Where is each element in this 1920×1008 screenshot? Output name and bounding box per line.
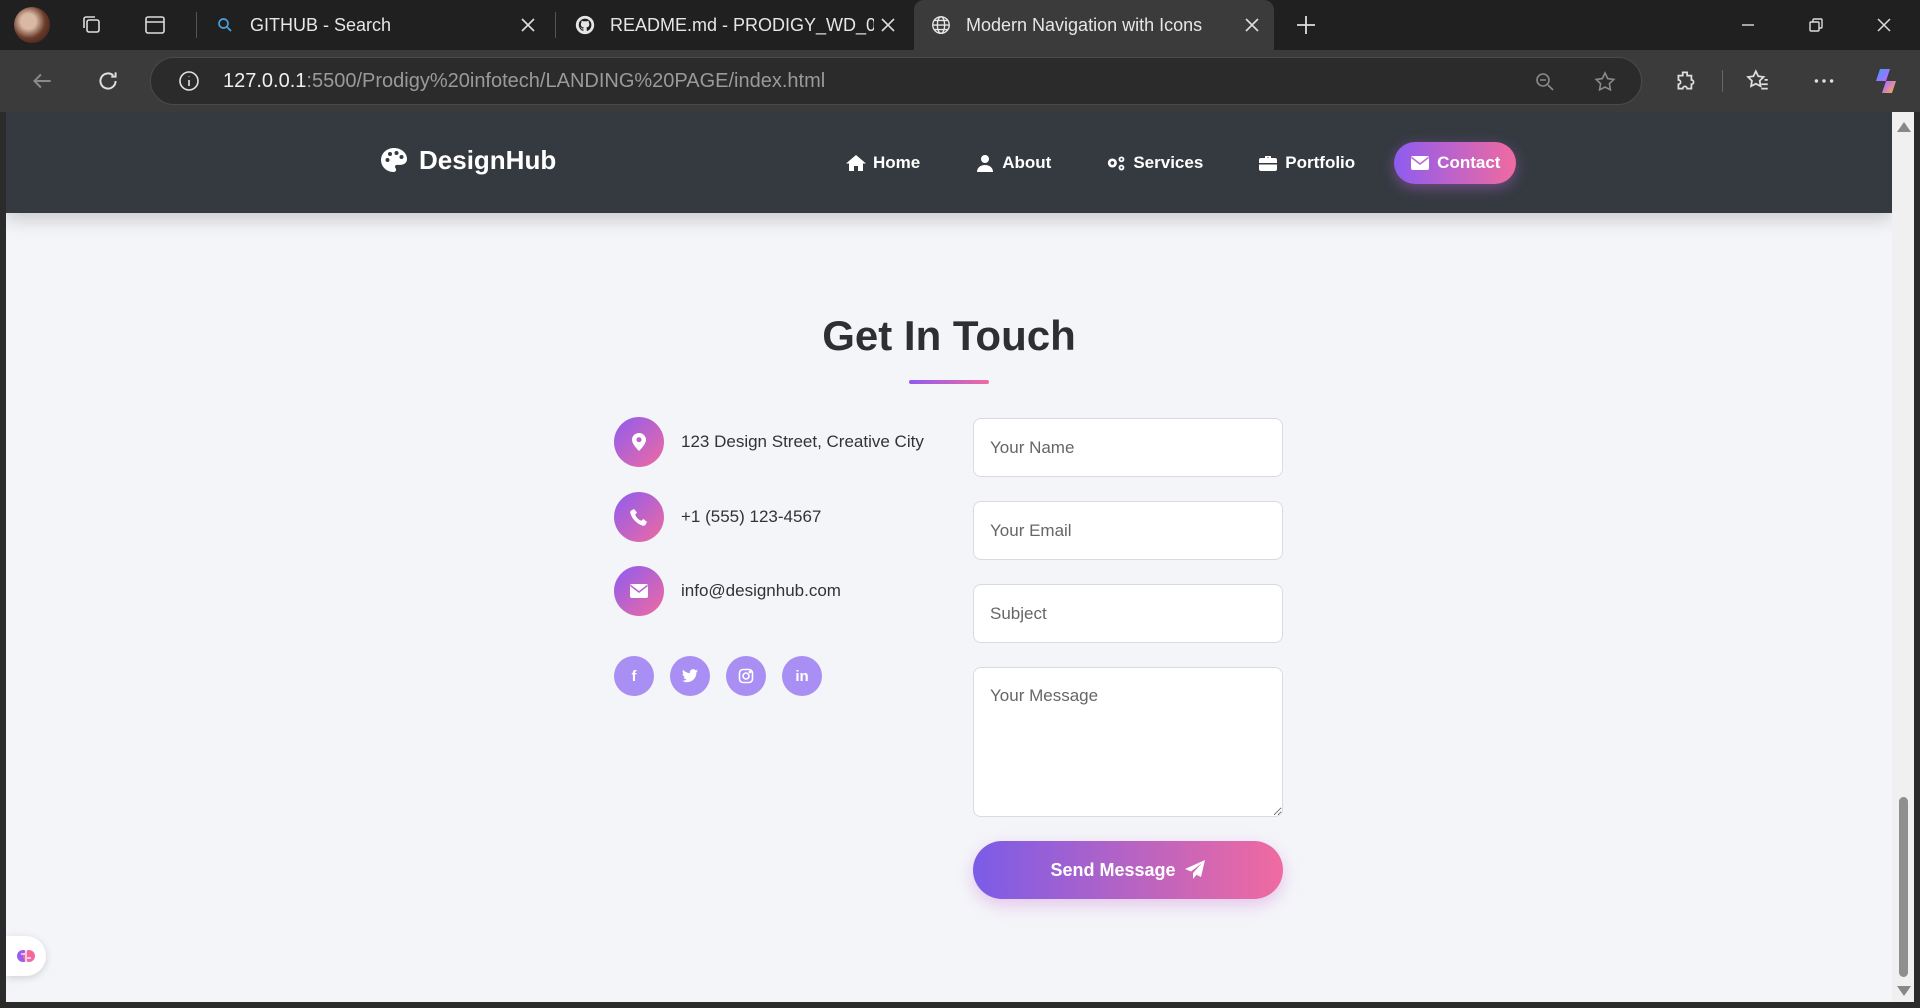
tab-title: Modern Navigation with Icons	[966, 14, 1203, 35]
instagram-icon[interactable]	[726, 656, 766, 696]
facebook-glyph: f	[631, 667, 637, 685]
linkedin-icon[interactable]: in	[782, 656, 822, 696]
address-bar-row: 127.0.0.1:5500/Prodigy%20infotech/LANDIN…	[0, 50, 1920, 112]
close-tab-icon[interactable]	[1240, 13, 1264, 37]
site-header: DesignHub Home About Services Portfolio …	[6, 112, 1892, 213]
tab-github-search[interactable]: GITHUB - Search	[198, 0, 550, 50]
profile-avatar[interactable]	[14, 7, 50, 43]
zoom-out-icon[interactable]	[1531, 68, 1559, 96]
nav-label: Portfolio	[1285, 153, 1356, 172]
nav-label: About	[1002, 153, 1052, 172]
nav-label: Contact	[1437, 153, 1501, 172]
main-nav: Home About Services Portfolio Contact	[830, 142, 1539, 184]
nav-item-portfolio[interactable]: Portfolio	[1242, 142, 1371, 184]
assistant-widget[interactable]	[6, 936, 46, 976]
github-icon	[574, 14, 596, 36]
url-host: 127.0.0.1	[223, 69, 307, 92]
url-field[interactable]: 127.0.0.1:5500/Prodigy%20infotech/LANDIN…	[150, 57, 1642, 105]
briefcase-icon	[1258, 154, 1278, 172]
close-tab-icon[interactable]	[516, 13, 540, 37]
phone-text: +1 (555) 123-4567	[681, 507, 822, 526]
nav-label: Home	[873, 153, 921, 172]
nav-label: Services	[1133, 153, 1204, 172]
url-text: 127.0.0.1:5500/Prodigy%20infotech/LANDIN…	[223, 70, 825, 93]
send-message-label: Send Message	[1050, 859, 1176, 880]
site-logo[interactable]: DesignHub	[379, 145, 556, 176]
more-options-icon[interactable]	[1806, 63, 1842, 99]
nav-item-contact[interactable]: Contact	[1394, 142, 1517, 184]
map-pin-icon	[614, 417, 664, 467]
nav-item-about[interactable]: About	[959, 142, 1067, 184]
favorites-icon[interactable]	[1740, 63, 1776, 99]
nav-item-home[interactable]: Home	[830, 142, 936, 184]
brain-icon	[17, 950, 35, 962]
user-icon	[975, 154, 995, 172]
email-text: info@designhub.com	[681, 581, 841, 600]
nav-item-services[interactable]: Services	[1090, 142, 1219, 184]
paper-plane-icon	[1184, 860, 1205, 879]
envelope-icon	[614, 566, 664, 616]
tab-title: GITHUB - Search	[250, 14, 392, 35]
section-title: Get In Touch	[822, 312, 1076, 359]
favorite-star-icon[interactable]	[1591, 68, 1619, 96]
back-icon[interactable]	[24, 63, 60, 99]
contact-info-address: 123 Design Street, Creative City	[614, 417, 924, 467]
site-info-icon[interactable]	[175, 67, 203, 95]
close-tab-icon[interactable]	[876, 13, 900, 37]
envelope-icon	[1410, 154, 1430, 172]
message-field[interactable]	[973, 667, 1283, 817]
restore-icon[interactable]	[1782, 0, 1850, 50]
social-links: f in	[614, 656, 838, 696]
name-field[interactable]	[973, 418, 1283, 477]
page-scrollbar[interactable]	[1892, 112, 1914, 1002]
tab-readme[interactable]: README.md - PRODIGY_WD_01 [	[558, 0, 910, 50]
scroll-up-arrow-icon[interactable]	[1897, 122, 1911, 132]
close-window-icon[interactable]	[1850, 0, 1918, 50]
extensions-icon[interactable]	[1668, 63, 1704, 99]
facebook-icon[interactable]: f	[614, 656, 654, 696]
gears-icon	[1106, 154, 1126, 172]
home-icon	[846, 154, 866, 172]
scroll-thumb[interactable]	[1899, 797, 1908, 977]
url-path: :5500/Prodigy%20infotech/LANDING%20PAGE/…	[306, 69, 826, 92]
tab-modern-navigation[interactable]: Modern Navigation with Icons	[914, 0, 1274, 50]
linkedin-glyph: in	[795, 667, 809, 685]
new-tab-icon[interactable]	[1290, 9, 1322, 41]
phone-icon	[614, 492, 664, 542]
minimize-icon[interactable]	[1714, 0, 1782, 50]
reload-icon[interactable]	[90, 63, 126, 99]
contact-info-email: info@designhub.com	[614, 566, 841, 616]
title-underline	[909, 380, 989, 384]
tab-actions-icon[interactable]	[139, 9, 171, 41]
subject-field[interactable]	[973, 584, 1283, 643]
copilot-icon[interactable]	[1868, 63, 1904, 99]
globe-icon	[930, 14, 952, 36]
contact-info-phone: +1 (555) 123-4567	[614, 492, 821, 542]
palette-icon	[381, 147, 407, 172]
workspaces-icon[interactable]	[76, 9, 108, 41]
email-field[interactable]	[973, 501, 1283, 560]
search-icon	[214, 14, 236, 36]
twitter-icon[interactable]	[670, 656, 710, 696]
tab-title: README.md - PRODIGY_WD_01 [	[610, 14, 874, 35]
send-message-button[interactable]: Send Message	[973, 841, 1283, 899]
page-viewport: DesignHub Home About Services Portfolio …	[6, 112, 1892, 1002]
scroll-down-arrow-icon[interactable]	[1897, 986, 1911, 996]
address-text: 123 Design Street, Creative City	[681, 432, 924, 451]
browser-tab-bar: GITHUB - Search README.md - PRODIGY_WD_0…	[0, 0, 1920, 50]
logo-text: DesignHub	[419, 145, 557, 175]
